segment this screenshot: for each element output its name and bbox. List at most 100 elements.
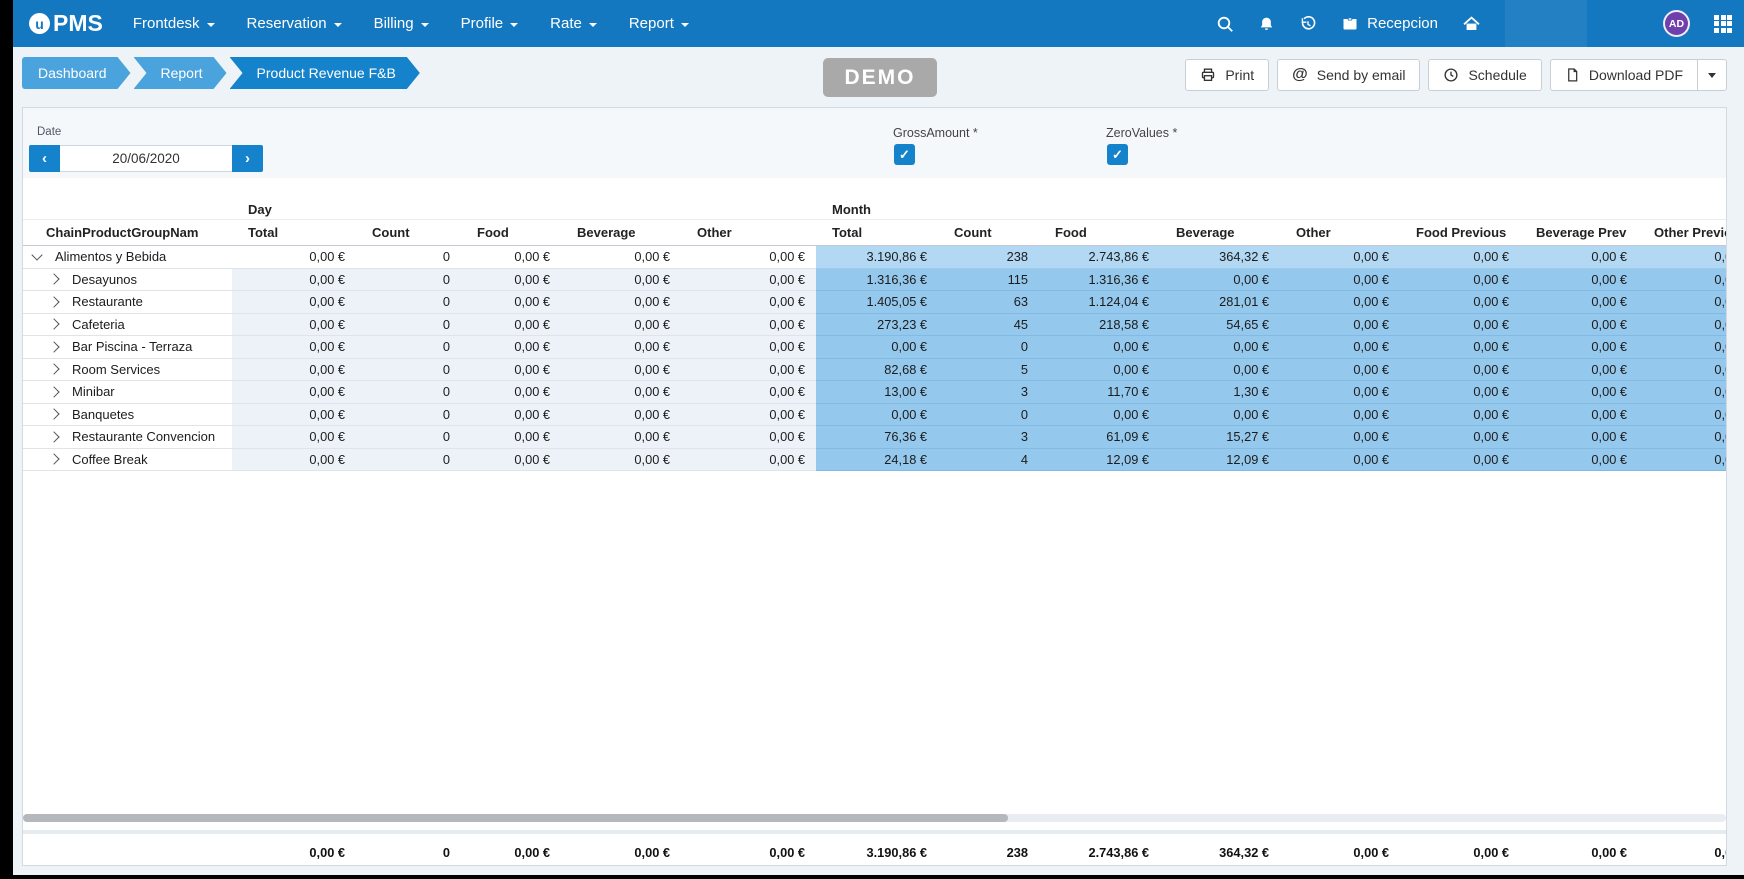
breadcrumb-item-dashboard[interactable]: Dashboard [22, 57, 131, 89]
column-header-day-total[interactable]: Total [232, 220, 356, 245]
row-value-cell: 76,36 € [816, 426, 938, 449]
column-header-month-total[interactable]: Total [816, 220, 938, 245]
print-button[interactable]: Print [1185, 59, 1269, 91]
row-value-cell: 0,00 € [1638, 291, 1726, 314]
table-row-restaurante-convencion[interactable]: Restaurante Convencion0,00 €00,00 €0,00 … [23, 426, 1726, 449]
workstation-selector[interactable]: Recepcion [1341, 15, 1438, 32]
row-value-cell: 364,32 € [1160, 246, 1280, 269]
row-value-cell: 0,00 € [1520, 314, 1638, 337]
totals-value-cell: 0,00 € [1400, 839, 1520, 865]
breadcrumb-item-report[interactable]: Report [134, 57, 227, 89]
toolbar-row: DashboardReportProduct Revenue F&B DEMO … [13, 47, 1744, 107]
horizontal-scrollbar-thumb[interactable] [23, 814, 1008, 822]
tray-icon [1341, 16, 1359, 32]
nav-item-report[interactable]: Report [629, 15, 689, 32]
expand-chevron-icon[interactable] [48, 454, 59, 465]
row-name-cell: Desayunos [23, 269, 232, 292]
row-value-cell: 0 [356, 246, 461, 269]
expand-chevron-icon[interactable] [48, 409, 59, 420]
nav-item-billing[interactable]: Billing [374, 15, 429, 32]
row-value-cell: 0,00 € [1160, 359, 1280, 382]
expand-chevron-icon[interactable] [48, 364, 59, 375]
nav-item-frontdesk[interactable]: Frontdesk [133, 15, 215, 32]
row-value-cell: 0 [356, 381, 461, 404]
column-header-day-other[interactable]: Other [681, 220, 816, 245]
row-value-cell: 0,00 € [681, 404, 816, 427]
row-value-cell: 0,00 € [561, 381, 681, 404]
column-header-month-other-previous[interactable]: Other Previous [1638, 220, 1726, 245]
row-value-cell: 0,00 € [1520, 381, 1638, 404]
row-value-cell: 0 [356, 404, 461, 427]
nav-item-profile[interactable]: Profile [461, 15, 519, 32]
expand-chevron-icon[interactable] [48, 296, 59, 307]
row-value-cell: 0,00 € [1280, 246, 1400, 269]
zero-values-checkbox[interactable] [1107, 144, 1128, 165]
row-value-cell: 0,00 € [232, 269, 356, 292]
search-icon[interactable] [1216, 15, 1234, 33]
schedule-button[interactable]: Schedule [1428, 59, 1541, 91]
row-value-cell: 0,00 € [1039, 404, 1160, 427]
date-next-button[interactable] [232, 145, 263, 172]
row-value-cell: 0,00 € [681, 359, 816, 382]
breadcrumb: DashboardReportProduct Revenue F&B [22, 57, 420, 89]
breadcrumb-item-product-revenue-f-b[interactable]: Product Revenue F&B [230, 57, 420, 89]
expand-chevron-icon[interactable] [48, 386, 59, 397]
column-header-name[interactable]: ChainProductGroupNam [23, 220, 232, 245]
expand-chevron-icon[interactable] [48, 341, 59, 352]
gross-amount-checkbox[interactable] [894, 144, 915, 165]
app-window: u PMS Frontdesk Reservation Billing Profile… [13, 0, 1744, 875]
table-row-desayunos[interactable]: Desayunos0,00 €00,00 €0,00 €0,00 €1.316,… [23, 269, 1726, 292]
chevron-down-icon [421, 23, 429, 27]
home-icon[interactable] [1462, 15, 1481, 33]
row-value-cell: 115 [938, 269, 1039, 292]
column-header-day-beverage[interactable]: Beverage [561, 220, 681, 245]
horizontal-scrollbar[interactable] [23, 814, 1726, 822]
nav-item-reservation[interactable]: Reservation [247, 15, 342, 32]
table-row-restaurante[interactable]: Restaurante0,00 €00,00 €0,00 €0,00 €1.40… [23, 291, 1726, 314]
clock-icon [1443, 67, 1459, 83]
row-value-cell: 0,00 € [1638, 336, 1726, 359]
history-icon[interactable] [1299, 15, 1317, 33]
download-options-button[interactable] [1697, 59, 1727, 91]
column-header-month-beverage-prev[interactable]: Beverage Prev [1520, 220, 1638, 245]
collapse-chevron-icon[interactable] [31, 250, 42, 261]
table-row-minibar[interactable]: Minibar0,00 €00,00 €0,00 €0,00 €13,00 €3… [23, 381, 1726, 404]
expand-chevron-icon[interactable] [48, 274, 59, 285]
pms-logo[interactable]: u PMS [29, 10, 103, 37]
date-prev-button[interactable] [29, 145, 60, 172]
table-row-bar-piscina-terraza[interactable]: Bar Piscina - Terraza0,00 €00,00 €0,00 €… [23, 336, 1726, 359]
row-name-cell: Bar Piscina - Terraza [23, 336, 232, 359]
row-value-cell: 61,09 € [1039, 426, 1160, 449]
expand-chevron-icon[interactable] [48, 319, 59, 330]
column-header-month-count[interactable]: Count [938, 220, 1039, 245]
row-value-cell: 0,00 € [816, 404, 938, 427]
row-name-cell: Coffee Break [23, 449, 232, 472]
column-header-month-other[interactable]: Other [1280, 220, 1400, 245]
date-input[interactable] [60, 145, 232, 172]
expand-chevron-icon[interactable] [48, 431, 59, 442]
column-header-month-beverage[interactable]: Beverage [1160, 220, 1280, 245]
download-pdf-button[interactable]: Download PDF [1550, 59, 1698, 91]
table-row-room-services[interactable]: Room Services0,00 €00,00 €0,00 €0,00 €82… [23, 359, 1726, 382]
nav-item-rate[interactable]: Rate [550, 15, 597, 32]
user-avatar[interactable]: AD [1663, 10, 1690, 37]
table-row-coffee-break[interactable]: Coffee Break0,00 €00,00 €0,00 €0,00 €24,… [23, 449, 1726, 472]
table-row-alimentos-y-bebida[interactable]: Alimentos y Bebida0,00 €00,00 €0,00 €0,0… [23, 246, 1726, 269]
row-value-cell: 0,00 € [1400, 336, 1520, 359]
column-header-month-food[interactable]: Food [1039, 220, 1160, 245]
row-name-label: Minibar [72, 384, 115, 399]
totals-value-cell: 0,00 € [1520, 839, 1638, 865]
table-row-cafeteria[interactable]: Cafeteria0,00 €00,00 €0,00 €0,00 €273,23… [23, 314, 1726, 337]
report-table: Day Month ChainProductGroupNamTotalCount… [23, 178, 1726, 471]
row-value-cell: 0,00 € [461, 426, 561, 449]
nav-right-cluster: Recepcion AD [1216, 0, 1732, 47]
apps-grid-icon[interactable] [1714, 15, 1732, 33]
column-header-month-food-previous[interactable]: Food Previous [1400, 220, 1520, 245]
column-header-day-count[interactable]: Count [356, 220, 461, 245]
zero-values-label: ZeroValues * [1106, 126, 1177, 140]
notifications-bell-icon[interactable] [1258, 15, 1275, 33]
table-row-banquetes[interactable]: Banquetes0,00 €00,00 €0,00 €0,00 €0,00 €… [23, 404, 1726, 427]
send-email-button[interactable]: @ Send by email [1277, 59, 1420, 91]
row-value-cell: 0,00 € [232, 246, 356, 269]
column-header-day-food[interactable]: Food [461, 220, 561, 245]
